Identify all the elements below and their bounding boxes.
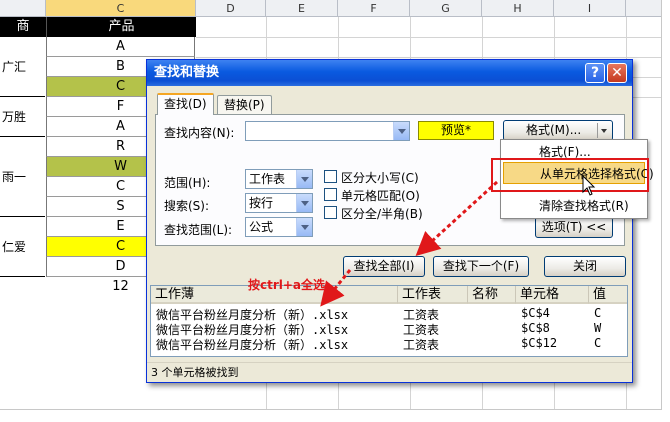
cell-merchant[interactable]: 万胜 (0, 97, 45, 137)
find-what-input[interactable] (245, 121, 410, 141)
cell-merchant[interactable]: 广汇 (0, 37, 45, 97)
help-button[interactable]: ? (585, 63, 605, 83)
match-case-label: 区分大小写(C) (341, 171, 419, 185)
column-header-g[interactable]: G (410, 0, 482, 17)
result-cell[interactable]: $C$4 (521, 306, 550, 320)
scope-label: 范围(H): (164, 176, 211, 190)
chevron-down-icon[interactable] (597, 123, 610, 138)
column-header-d[interactable]: D (196, 0, 266, 17)
result-value[interactable]: C (594, 306, 601, 320)
format-button[interactable]: 格式(M)... (503, 120, 613, 141)
column-header-i[interactable]: I (554, 0, 626, 17)
chevron-down-icon[interactable] (296, 194, 312, 212)
result-cell[interactable]: $C$12 (521, 336, 557, 350)
annotation-text: 按ctrl+a全选 (248, 278, 326, 292)
match-case-checkbox[interactable] (324, 170, 337, 183)
match-width-checkbox[interactable] (324, 206, 337, 219)
look-in-value: 公式 (249, 220, 274, 234)
result-value[interactable]: W (594, 321, 601, 335)
close-icon[interactable]: ✕ (607, 63, 627, 83)
results-header-cell[interactable]: 单元格 (516, 286, 589, 304)
chevron-down-icon[interactable] (296, 218, 312, 236)
find-next-button[interactable]: 查找下一个(F) (433, 256, 529, 277)
column-header-e[interactable]: E (266, 0, 338, 17)
status-bar: 3 个单元格被找到 (147, 362, 632, 382)
result-book[interactable]: 微信平台粉丝月度分析（新）.xlsx (156, 336, 348, 353)
status-text: 3 个单元格被找到 (151, 366, 239, 379)
look-in-select[interactable]: 公式 (245, 217, 313, 237)
format-preview: 预览* (418, 121, 494, 140)
results-list[interactable]: 工作薄 工作表 名称 单元格 值 微信平台粉丝月度分析（新）.xlsx 工资表 … (150, 285, 628, 357)
find-replace-dialog: 查找和替换 ? ✕ 查找(D) 替换(P) 查找内容(N): 预览* 格式(M)… (146, 59, 633, 383)
results-header-value[interactable]: 值 (589, 286, 627, 304)
result-sheet[interactable]: 工资表 (403, 336, 439, 353)
column-header-j-partial[interactable] (626, 0, 661, 17)
options-button[interactable]: 选项(T) << (535, 217, 613, 238)
cell-product[interactable]: A (46, 37, 195, 57)
look-in-label: 查找范围(L): (164, 223, 233, 237)
tab-replace[interactable]: 替换(P) (217, 95, 272, 114)
close-button[interactable]: 关闭 (544, 256, 626, 277)
cell-header-product[interactable]: 产品 (46, 17, 196, 37)
cell-merchant[interactable]: 雨一 (0, 137, 45, 217)
result-value[interactable]: C (594, 336, 601, 350)
column-header-b-partial[interactable] (0, 0, 46, 17)
search-value: 按行 (249, 196, 274, 210)
column-header-h[interactable]: H (482, 0, 554, 17)
highlight-box (491, 158, 649, 192)
dialog-title: 查找和替换 (154, 65, 220, 80)
grid-line (196, 57, 661, 58)
format-button-label: 格式(M)... (526, 123, 582, 137)
grid-line (196, 37, 661, 38)
search-label: 搜索(S): (164, 199, 210, 213)
scope-value: 工作表 (249, 172, 286, 186)
results-header-name[interactable]: 名称 (468, 286, 516, 304)
menu-item-clear-format[interactable]: 清除查找格式(R) (503, 195, 645, 217)
find-what-label: 查找内容(N): (164, 126, 235, 140)
result-cell[interactable]: $C$8 (521, 321, 550, 335)
match-cell-label: 单元格匹配(O) (341, 189, 420, 203)
match-cell-checkbox[interactable] (324, 188, 337, 201)
match-width-label: 区分全/半角(B) (341, 207, 423, 221)
column-header-f[interactable]: F (338, 0, 410, 17)
cell-merchant[interactable]: 仁爱 (0, 217, 45, 277)
chevron-down-icon[interactable] (296, 170, 312, 188)
dialog-titlebar[interactable]: 查找和替换 (147, 60, 632, 86)
chevron-down-icon[interactable] (393, 122, 409, 140)
tab-find[interactable]: 查找(D) (157, 93, 214, 115)
scope-select[interactable]: 工作表 (245, 169, 313, 189)
cell-header-merchant[interactable]: 商 (0, 17, 46, 37)
search-select[interactable]: 按行 (245, 193, 313, 213)
column-header-c[interactable]: C (46, 0, 196, 17)
results-header-sheet[interactable]: 工作表 (398, 286, 468, 304)
find-all-button[interactable]: 查找全部(I) (343, 256, 425, 277)
